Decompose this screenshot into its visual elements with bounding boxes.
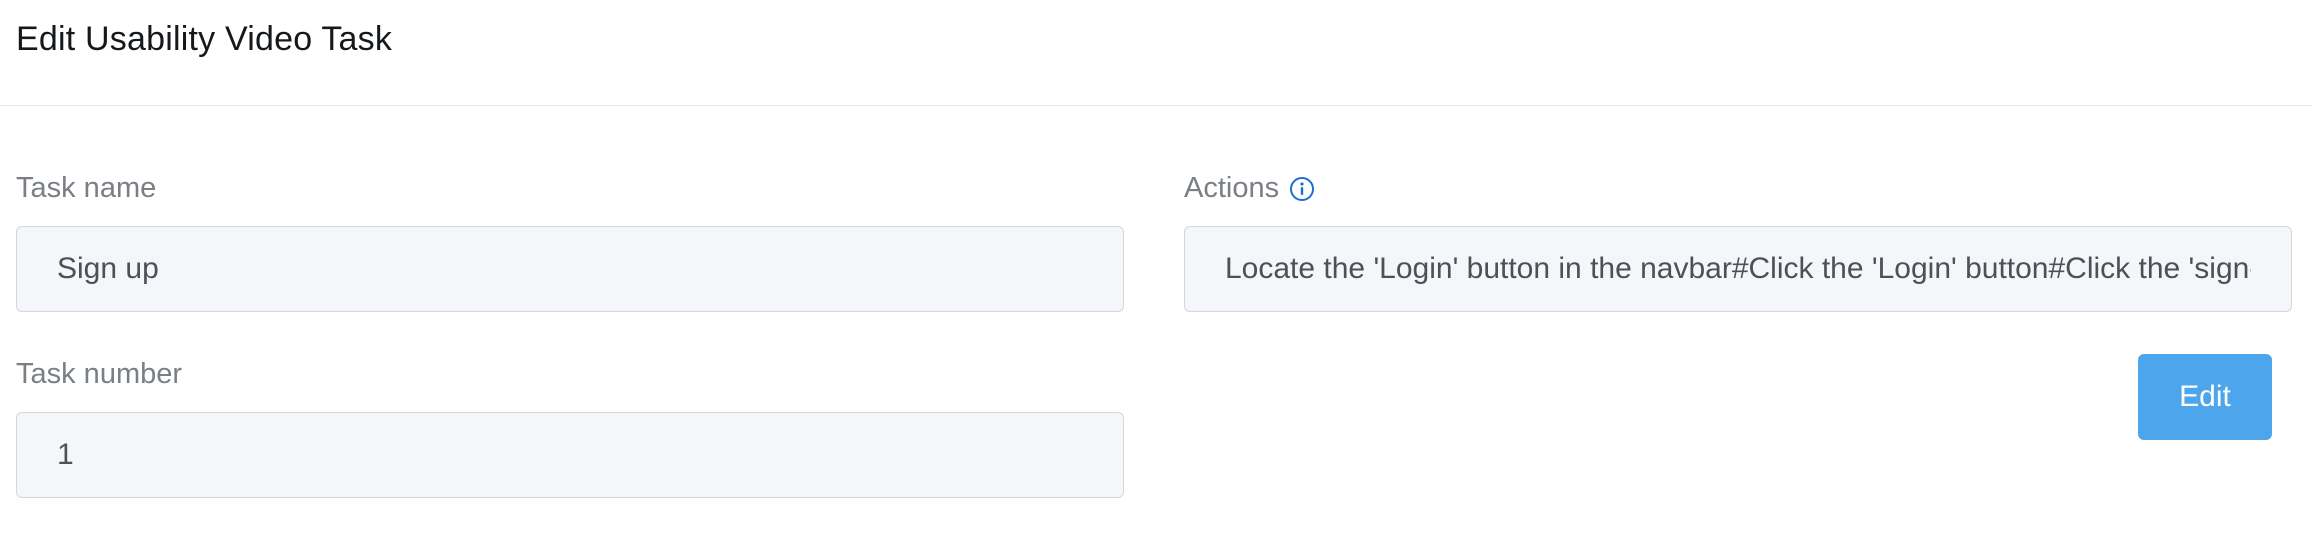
task-name-value: Sign up xyxy=(57,252,159,285)
task-name-input[interactable]: Sign up xyxy=(16,226,1124,312)
edit-task-form: Task name Sign up Task number 1 Actions … xyxy=(0,106,2312,540)
page-title: Edit Usability Video Task xyxy=(16,20,393,58)
edit-button[interactable]: Edit xyxy=(2138,354,2272,440)
task-name-label: Task name xyxy=(16,172,157,204)
task-number-input[interactable]: 1 xyxy=(16,412,1124,498)
task-number-value: 1 xyxy=(57,438,74,471)
actions-label: Actions xyxy=(1184,172,1280,204)
task-number-label: Task number xyxy=(16,358,183,390)
info-circle-icon[interactable] xyxy=(1289,176,1315,202)
actions-label-group: Actions xyxy=(1184,172,1315,205)
actions-value: Locate the 'Login' button in the navbar#… xyxy=(1225,252,2251,285)
actions-input[interactable]: Locate the 'Login' button in the navbar#… xyxy=(1184,226,2292,312)
page-header: Edit Usability Video Task xyxy=(0,0,2312,106)
